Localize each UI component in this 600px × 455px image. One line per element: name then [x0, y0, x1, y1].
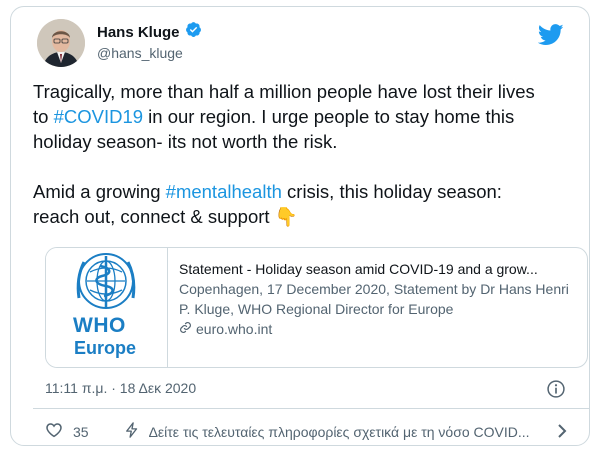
- europe-logo-text: Europe: [74, 338, 137, 358]
- tweet-line: Amid a growing: [33, 181, 166, 202]
- tweet-line: holiday season- its not worth the risk.: [33, 131, 338, 152]
- tweet-line: to: [33, 106, 54, 127]
- link-icon: [179, 319, 192, 339]
- who-logo-text: WHO: [73, 314, 126, 337]
- hashtag-mentalhealth-link[interactable]: #mentalhealth: [166, 181, 282, 202]
- pointing-down-emoji: 👇: [274, 206, 298, 227]
- info-icon[interactable]: [546, 379, 566, 404]
- author-name-row[interactable]: Hans Kluge: [97, 21, 202, 43]
- heart-icon[interactable]: [45, 421, 63, 442]
- tweet-card: Hans Kluge @hans_kluge Tragically, more …: [10, 6, 590, 446]
- author-handle[interactable]: @hans_kluge: [97, 45, 183, 61]
- tweet-actions: 35 Δείτε τις τελευταίες πληροφορίες σχετ…: [45, 421, 577, 442]
- avatar[interactable]: [37, 19, 85, 67]
- link-preview-card[interactable]: WHO Europe Statement - Holiday season am…: [45, 247, 588, 368]
- chevron-right-icon[interactable]: [555, 422, 569, 445]
- who-emblem-icon: [76, 253, 136, 309]
- divider: [33, 408, 589, 409]
- like-count[interactable]: 35: [73, 424, 89, 440]
- tweet-line: Tragically, more than half a million peo…: [33, 81, 535, 102]
- link-card-body: Statement - Holiday season amid COVID-19…: [179, 259, 579, 339]
- tweet-timestamp[interactable]: 11:11 π.μ. · 18 Δεκ 2020: [45, 380, 196, 396]
- tweet-line: reach out, connect & support: [33, 206, 275, 227]
- link-title[interactable]: Statement - Holiday season amid COVID-19…: [179, 259, 579, 279]
- tweet-line: crisis, this holiday season:: [281, 181, 502, 202]
- verified-badge-icon: [185, 21, 202, 43]
- who-europe-logo: WHO Europe: [46, 248, 168, 367]
- link-domain: euro.who.int: [196, 321, 273, 337]
- covid-info-link[interactable]: Δείτε τις τελευταίες πληροφορίες σχετικά…: [149, 424, 577, 440]
- lightning-icon[interactable]: [123, 421, 141, 442]
- author-name[interactable]: Hans Kluge: [97, 24, 180, 41]
- tweet-line: in our region. I urge people to stay hom…: [143, 106, 515, 127]
- hashtag-covid19-link[interactable]: #COVID19: [54, 106, 143, 127]
- link-domain-row: euro.who.int: [179, 319, 579, 339]
- link-description: Copenhagen, 17 December 2020, Statement …: [179, 281, 569, 317]
- twitter-bird-icon[interactable]: [537, 24, 564, 51]
- tweet-text: Tragically, more than half a million peo…: [33, 79, 583, 229]
